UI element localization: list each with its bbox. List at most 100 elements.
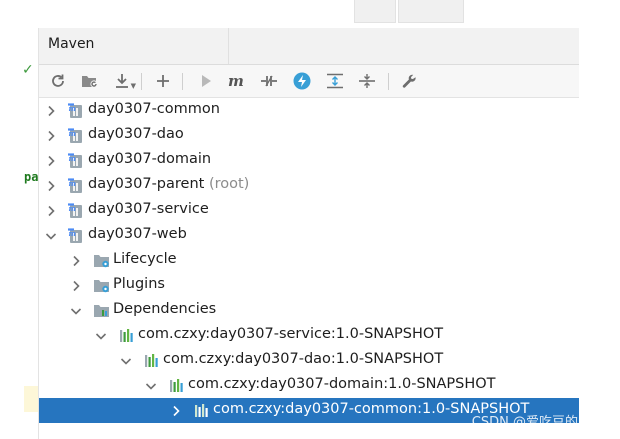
- watermark: CSDN @爱吃豆的土豆: [471, 415, 604, 430]
- run-maven-build-button[interactable]: [195, 70, 217, 92]
- tree-node-label: com.czxy:day0307-domain:1.0-SNAPSHOT: [188, 376, 496, 392]
- generate-sources-button[interactable]: [79, 70, 101, 92]
- tree-project-day0307-service[interactable]: m day0307-service: [39, 198, 579, 223]
- maven-m-icon: m: [228, 73, 244, 89]
- expand-icon: [327, 73, 343, 89]
- reload-all-projects-button[interactable]: [47, 70, 69, 92]
- tree-node-plugins[interactable]: Plugins: [39, 273, 579, 298]
- tree-node-label: Plugins: [113, 276, 165, 292]
- library-icon: [118, 327, 136, 344]
- tree-project-day0307-dao[interactable]: m day0307-dao: [39, 123, 579, 148]
- header-divider: [228, 28, 229, 64]
- maven-module-icon: m: [68, 227, 86, 244]
- reload-icon: [52, 74, 64, 87]
- maven-module-icon: m: [68, 102, 86, 119]
- chevron-right-icon[interactable]: [44, 103, 58, 117]
- tree-node-dependencies[interactable]: Dependencies: [39, 298, 579, 323]
- lightning-icon: [293, 72, 311, 90]
- chevron-right-icon[interactable]: [44, 128, 58, 142]
- chevron-right-icon[interactable]: [169, 403, 183, 417]
- tree-node-text: day0307-parent: [88, 176, 205, 192]
- background-tab: [354, 0, 396, 23]
- maven-module-icon: m: [68, 177, 86, 194]
- folder-refresh-icon: [82, 76, 98, 88]
- maven-settings-button[interactable]: [398, 70, 420, 92]
- chevron-right-icon[interactable]: [44, 203, 58, 217]
- library-icon: [168, 377, 186, 394]
- editor-highlight: [24, 386, 38, 412]
- tree-node-text: day0307-dao: [88, 126, 184, 142]
- chevron-right-icon[interactable]: [69, 278, 83, 292]
- maven-module-icon: m: [68, 127, 86, 144]
- tree-node-label: day0307-domain: [88, 151, 211, 167]
- chevron-down-icon[interactable]: [119, 353, 133, 367]
- chevron-down-icon[interactable]: [144, 378, 158, 392]
- tree-project-day0307-parent[interactable]: m day0307-parent (root): [39, 173, 579, 198]
- svg-text:m: m: [228, 73, 244, 89]
- editor-gutter: ✓ pa: [0, 28, 39, 439]
- collapse-icon: [359, 74, 375, 88]
- tree-node-text: com.czxy:day0307-dao:1.0-SNAPSHOT: [163, 351, 444, 367]
- tree-node-label: day0307-dao: [88, 126, 184, 142]
- maven-module-icon: m: [68, 202, 86, 219]
- add-maven-project-button[interactable]: [152, 70, 174, 92]
- root-suffix: (root): [208, 176, 250, 192]
- tree-dependency-0[interactable]: com.czxy:day0307-service:1.0-SNAPSHOT: [39, 323, 579, 348]
- folder-gear-icon: [93, 252, 111, 269]
- tree-node-text: Lifecycle: [113, 251, 177, 267]
- maven-toolbar: ▼ m: [39, 65, 579, 98]
- toggle-offline-mode-button[interactable]: [258, 70, 280, 92]
- download-sources-button[interactable]: ▼: [111, 70, 136, 92]
- chevron-down-icon: ▼: [130, 82, 136, 90]
- wrench-icon: [402, 74, 416, 88]
- tree-node-lifecycle[interactable]: Lifecycle: [39, 248, 579, 273]
- chevron-down-icon[interactable]: [69, 303, 83, 317]
- play-icon: [202, 75, 211, 87]
- background-tab: [398, 0, 464, 23]
- chevron-down-icon[interactable]: [44, 228, 58, 242]
- chevron-down-icon[interactable]: [94, 328, 108, 342]
- tree-project-day0307-common[interactable]: m day0307-common: [39, 98, 579, 123]
- chevron-right-icon[interactable]: [69, 253, 83, 267]
- tree-node-text: com.czxy:day0307-service:1.0-SNAPSHOT: [138, 326, 444, 342]
- plus-icon: [157, 75, 169, 87]
- tree-node-label: Lifecycle: [113, 251, 177, 267]
- toolbar-separator: [388, 73, 389, 90]
- svg-text:m: m: [69, 154, 76, 163]
- tree-dependency-2[interactable]: com.czxy:day0307-domain:1.0-SNAPSHOT: [39, 373, 579, 398]
- execute-maven-goal-button[interactable]: m: [226, 70, 248, 92]
- collapse-all-button[interactable]: [356, 70, 378, 92]
- toolbar-separator: [182, 73, 183, 90]
- tree-dependency-1[interactable]: com.czxy:day0307-dao:1.0-SNAPSHOT: [39, 348, 579, 373]
- download-icon: [116, 74, 128, 88]
- maven-module-icon: m: [68, 152, 86, 169]
- check-icon: ✓: [22, 62, 34, 78]
- maven-tool-window: Maven ▼ m m day0307-common m day0307-dao…: [39, 28, 579, 439]
- show-dependencies-button[interactable]: [324, 70, 346, 92]
- tree-node-text: com.czxy:day0307-domain:1.0-SNAPSHOT: [188, 376, 496, 392]
- folder-gear-icon: [93, 277, 111, 294]
- editor-text-fragment: pa: [24, 170, 39, 184]
- svg-text:m: m: [69, 104, 76, 113]
- tree-node-label: com.czxy:day0307-service:1.0-SNAPSHOT: [138, 326, 443, 342]
- tree-node-label: day0307-service: [88, 201, 209, 217]
- toolbar-separator: [141, 73, 142, 90]
- tree-node-label: day0307-web: [88, 226, 187, 242]
- dependencies-folder-icon: [93, 302, 111, 319]
- maven-panel-header: Maven: [39, 28, 579, 65]
- library-icon: [193, 402, 211, 419]
- chevron-right-icon[interactable]: [44, 178, 58, 192]
- chevron-right-icon[interactable]: [44, 153, 58, 167]
- tree-project-day0307-domain[interactable]: m day0307-domain: [39, 148, 579, 173]
- tree-node-text: day0307-domain: [88, 151, 212, 167]
- svg-text:m: m: [69, 129, 76, 138]
- tree-node-label: day0307-common: [88, 101, 220, 117]
- tree-node-label: Dependencies: [113, 301, 216, 317]
- svg-text:m: m: [69, 179, 76, 188]
- toggle-skip-tests-button[interactable]: [291, 70, 313, 92]
- tree-node-text: day0307-web: [88, 226, 187, 242]
- tree-node-text: Plugins: [113, 276, 165, 292]
- tree-project-day0307-web[interactable]: m day0307-web: [39, 223, 579, 248]
- tree-node-label: day0307-parent (root): [88, 176, 249, 192]
- svg-text:m: m: [69, 229, 76, 238]
